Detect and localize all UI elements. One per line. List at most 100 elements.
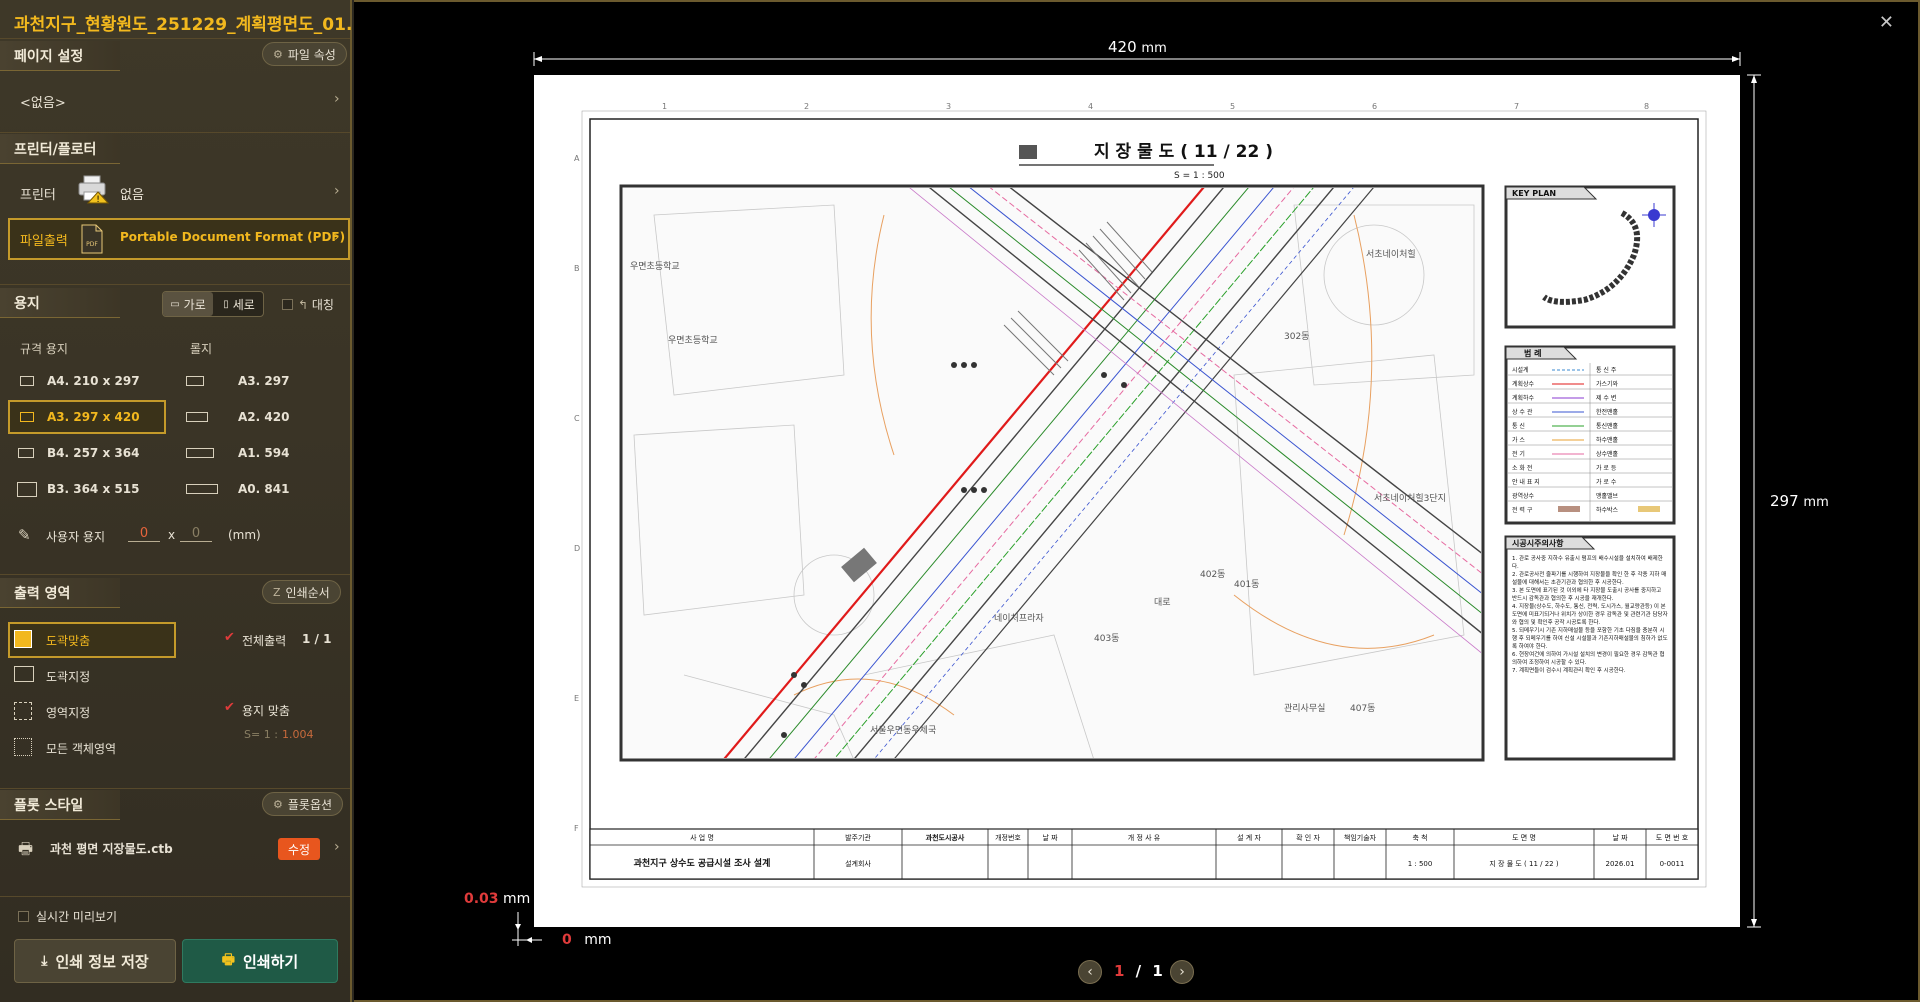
- map-label: 403동: [1094, 633, 1119, 644]
- note-item: 3. 본 도면에 표기된 것 이외에 타 지장물 도출시 공사를 중지하고 반드…: [1512, 588, 1662, 602]
- section-output-area: 출력 영역: [0, 578, 120, 608]
- output-all-objects[interactable]: 모든 객체영역: [46, 740, 116, 757]
- grid-label: 7: [1514, 102, 1519, 111]
- notes-title: 시공시주의사항: [1512, 538, 1564, 548]
- full-output-checkbox[interactable]: ✔: [224, 630, 235, 645]
- legend-item: 통신맨홀: [1596, 422, 1619, 430]
- output-frame-select[interactable]: 도곽지정: [46, 668, 90, 685]
- mirror-icon: ↰: [298, 298, 309, 312]
- divider: [0, 896, 350, 897]
- page-setup-value[interactable]: <없음>: [20, 92, 66, 111]
- plot-options-button[interactable]: ⚙ 플롯옵션: [262, 792, 344, 816]
- custom-height-input[interactable]: 0: [180, 526, 212, 542]
- paper-b4-icon: [18, 448, 34, 458]
- legend-item: 한전맨홀: [1596, 408, 1619, 416]
- map-label: 네이처프라자: [994, 612, 1044, 624]
- fit-paper-checkbox[interactable]: ✔: [224, 700, 235, 715]
- svg-text:PDF: PDF: [86, 241, 98, 248]
- paper-a3-icon: [20, 412, 34, 422]
- drawing-title: 지 장 물 도 ( 11 / 22 ): [1094, 142, 1273, 162]
- fit-paper-label: 용지 맞춤: [242, 704, 290, 718]
- svg-text:!: !: [96, 195, 100, 204]
- output-fit-frame[interactable]: 도곽맞춤: [46, 632, 90, 649]
- note-item: 6. 현장여건에 의하여 가시설 설치의 변경이 필요한 경우 감독관 협의하여…: [1512, 652, 1665, 666]
- close-icon[interactable]: ✕: [1879, 12, 1894, 33]
- note-item: 7. 계획면들이 검수시 계획관리 확인 후 시공한다.: [1512, 668, 1626, 674]
- live-preview-checkbox[interactable]: [18, 911, 29, 922]
- page-total: 1: [1152, 962, 1163, 980]
- paper-a3-option[interactable]: A3. 297 x 420: [47, 410, 140, 424]
- legend-item: 계획하수: [1512, 394, 1535, 402]
- map-label: 402동: [1200, 569, 1225, 580]
- note-item: 2. 관로공사전 줄파기를 시행하여 지장물을 확인 한 후 각종 지하 매설물…: [1512, 572, 1667, 586]
- height-unit: mm: [1803, 495, 1829, 510]
- custom-paper-label: 사용자 용지: [46, 530, 106, 544]
- offset-y-label: 0.03 mm: [464, 891, 530, 907]
- paper-b3-option[interactable]: B3. 364 x 515: [47, 482, 139, 496]
- paper-a4-option[interactable]: A4. 210 x 297: [47, 374, 140, 388]
- legend-item: 가 로 등: [1596, 464, 1617, 472]
- edit-plot-style-button[interactable]: 수정: [278, 838, 320, 860]
- custom-times: x: [168, 528, 176, 542]
- notes-list: 1. 관로 공사중 지하수 유출시 펌프의 배수시설을 설치하여 배제한다. 2…: [1512, 555, 1668, 755]
- offset-x-value[interactable]: 0: [562, 932, 572, 948]
- offset-x-label: 0 mm: [562, 932, 611, 948]
- mirror-checkbox[interactable]: [282, 299, 293, 310]
- prev-page-button[interactable]: ‹: [1078, 960, 1102, 984]
- legend-item: 광역상수: [1512, 492, 1535, 500]
- roll-a2-icon: [186, 412, 208, 422]
- portrait-icon: ▯: [223, 298, 229, 310]
- grid-label: D: [574, 544, 580, 553]
- legend-title: 범 례: [1524, 348, 1542, 358]
- portrait-button[interactable]: ▯ 세로: [214, 292, 264, 316]
- printer-value[interactable]: 없음: [120, 184, 144, 203]
- roll-a3-icon: [186, 376, 204, 386]
- grid-label: F: [574, 824, 579, 833]
- grid-label: B: [574, 264, 580, 273]
- custom-paper-icon: ✎: [18, 526, 31, 544]
- scale-value: 1.004: [282, 728, 314, 741]
- plot-style-file[interactable]: 과천 평면 지장물도.ctb: [50, 840, 173, 857]
- printer-label: 프린터: [20, 188, 56, 203]
- chevron-right-icon[interactable]: ›: [334, 839, 340, 855]
- legend-item: 하수박스: [1596, 506, 1619, 514]
- paper-b4-option[interactable]: B4. 257 x 364: [47, 446, 139, 460]
- output-area-select[interactable]: 영역지정: [46, 704, 90, 721]
- chevron-right-icon[interactable]: ›: [334, 183, 340, 199]
- grid-label: A: [574, 154, 580, 163]
- roll-a0-option[interactable]: A0. 841: [238, 482, 289, 496]
- drawing-sheet: 우면초등학교 우면초등학교 서초네이처힐 서초네이처힐3단지 302동 402동…: [574, 102, 1707, 888]
- file-properties-button[interactable]: ⚙ 파일 속성: [262, 42, 347, 66]
- chevron-left-icon: ‹: [1087, 964, 1093, 980]
- download-icon: ⤓: [41, 953, 48, 969]
- offset-x-unit: mm: [584, 932, 612, 948]
- grid-label: 1: [662, 102, 667, 111]
- offset-y-value[interactable]: 0.03: [464, 891, 499, 907]
- portrait-label: 세로: [232, 297, 255, 312]
- area-select-icon: [14, 702, 32, 720]
- divider: [0, 38, 350, 39]
- file-output-value: Portable Document Format (PDF): [120, 230, 346, 244]
- custom-width-input[interactable]: 0: [128, 526, 160, 542]
- width-dimension-label: 420 mm: [1108, 38, 1167, 56]
- roll-a2-option[interactable]: A2. 420: [238, 410, 289, 424]
- landscape-button[interactable]: ▭ 가로: [163, 292, 213, 316]
- fit-frame-icon: [14, 630, 32, 648]
- paper-sheet: 우면초등학교 우면초등학교 서초네이처힐 서초네이처힐3단지 302동 402동…: [534, 75, 1740, 927]
- save-print-info-button[interactable]: ⤓ 인쇄 정보 저장: [14, 939, 176, 983]
- roll-a0-icon: [186, 484, 218, 494]
- grid-label: 3: [946, 102, 951, 111]
- roll-a1-option[interactable]: A1. 594: [238, 446, 289, 460]
- divider: [0, 132, 350, 133]
- output-fit-selected: [8, 622, 176, 658]
- grid-label: C: [574, 414, 580, 423]
- chevron-right-icon[interactable]: ›: [334, 229, 340, 245]
- roll-a3-option[interactable]: A3. 297: [238, 374, 289, 388]
- print-button[interactable]: 🖶 인쇄하기: [182, 939, 338, 983]
- live-preview-label: 실시간 미리보기: [36, 910, 118, 924]
- next-page-button[interactable]: ›: [1170, 960, 1194, 984]
- plot-style-icon: 🖶: [18, 839, 34, 858]
- section-printer: 프린터/플로터: [0, 134, 120, 164]
- chevron-right-icon[interactable]: ›: [334, 91, 340, 107]
- print-order-button[interactable]: Z 인쇄순서: [262, 580, 341, 604]
